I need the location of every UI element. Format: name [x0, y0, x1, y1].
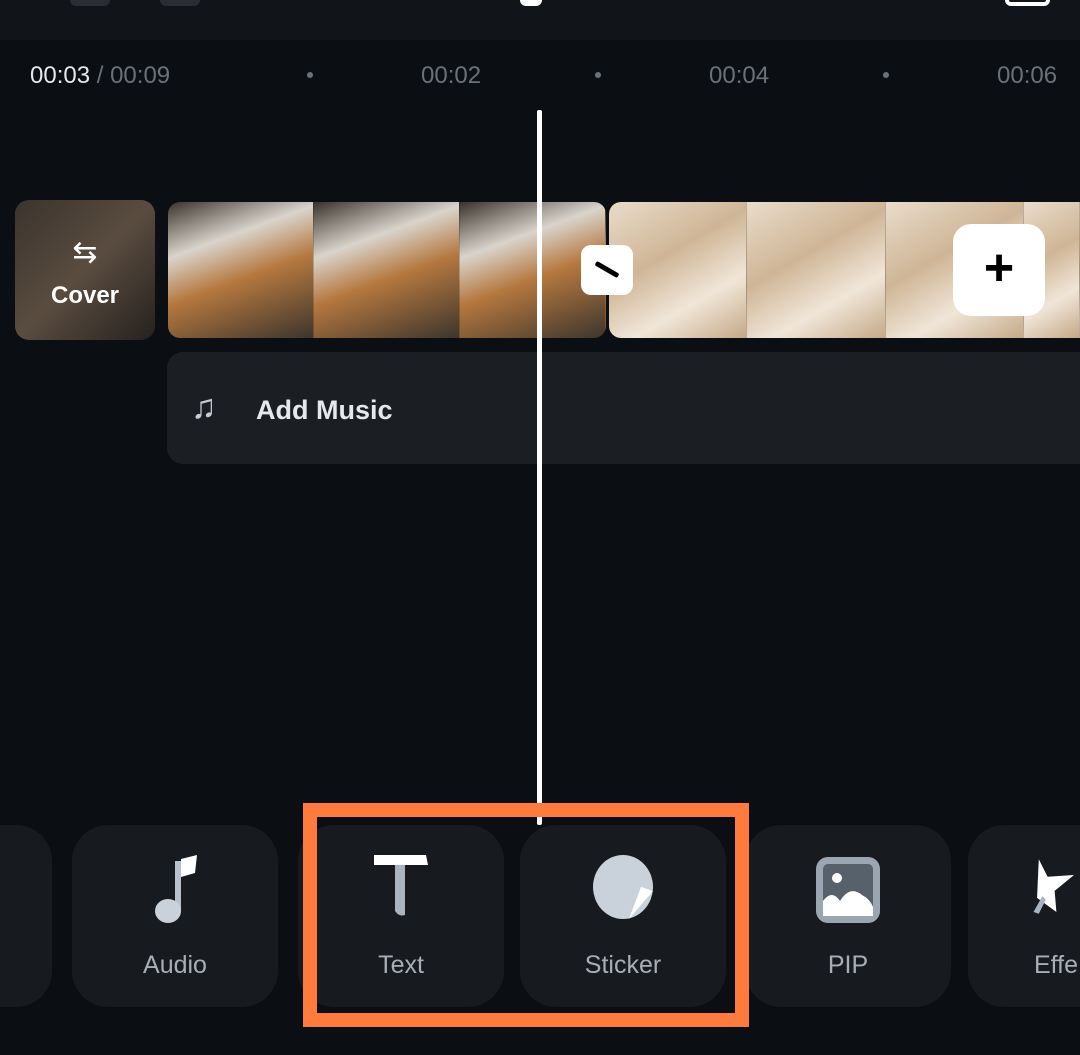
- tick-dot: [307, 72, 313, 78]
- pip-label: PIP: [827, 951, 869, 979]
- cover-label: Cover: [50, 282, 120, 309]
- tick-label: 00:06: [997, 62, 1058, 89]
- cover-button[interactable]: ⇆ Cover: [15, 200, 155, 340]
- undo-icon[interactable]: [70, 0, 110, 6]
- tick-dot: [595, 72, 601, 78]
- toolbar-effects[interactable]: Effe: [968, 825, 1080, 1007]
- time-ruler[interactable]: 00:03 / 00:09 00:02 00:04 00:06: [0, 58, 1080, 94]
- effects-star-icon: [968, 855, 1080, 925]
- play-icon[interactable]: [520, 0, 542, 6]
- tick-label: 00:02: [421, 62, 482, 89]
- swap-icon: ⇆: [72, 236, 98, 269]
- current-time: 00:03 / 00:09: [30, 62, 171, 89]
- highlight-box: [303, 803, 749, 1027]
- add-music-label: Add Music: [256, 395, 393, 425]
- add-clip-button[interactable]: +: [953, 224, 1045, 316]
- add-music-button[interactable]: ♫ Add Music: [167, 352, 1080, 464]
- toolbar-tile-partial[interactable]: [0, 825, 52, 1007]
- total-time: 00:09: [110, 62, 171, 89]
- audio-label: Audio: [143, 951, 207, 979]
- playhead[interactable]: [537, 110, 542, 825]
- tick-dot: [883, 72, 889, 78]
- fullscreen-icon[interactable]: [1005, 0, 1050, 6]
- tick-label: 00:04: [709, 62, 770, 89]
- toolbar-pip[interactable]: PIP: [745, 825, 951, 1007]
- music-add-icon: ♫: [191, 388, 217, 426]
- transition-button[interactable]: [581, 245, 633, 295]
- picture-icon: [745, 855, 951, 925]
- redo-icon[interactable]: [160, 0, 200, 6]
- music-note-icon: [72, 855, 278, 925]
- top-bar: [0, 0, 1080, 40]
- effects-label: Effe: [1034, 951, 1079, 979]
- toolbar-audio[interactable]: Audio: [72, 825, 278, 1007]
